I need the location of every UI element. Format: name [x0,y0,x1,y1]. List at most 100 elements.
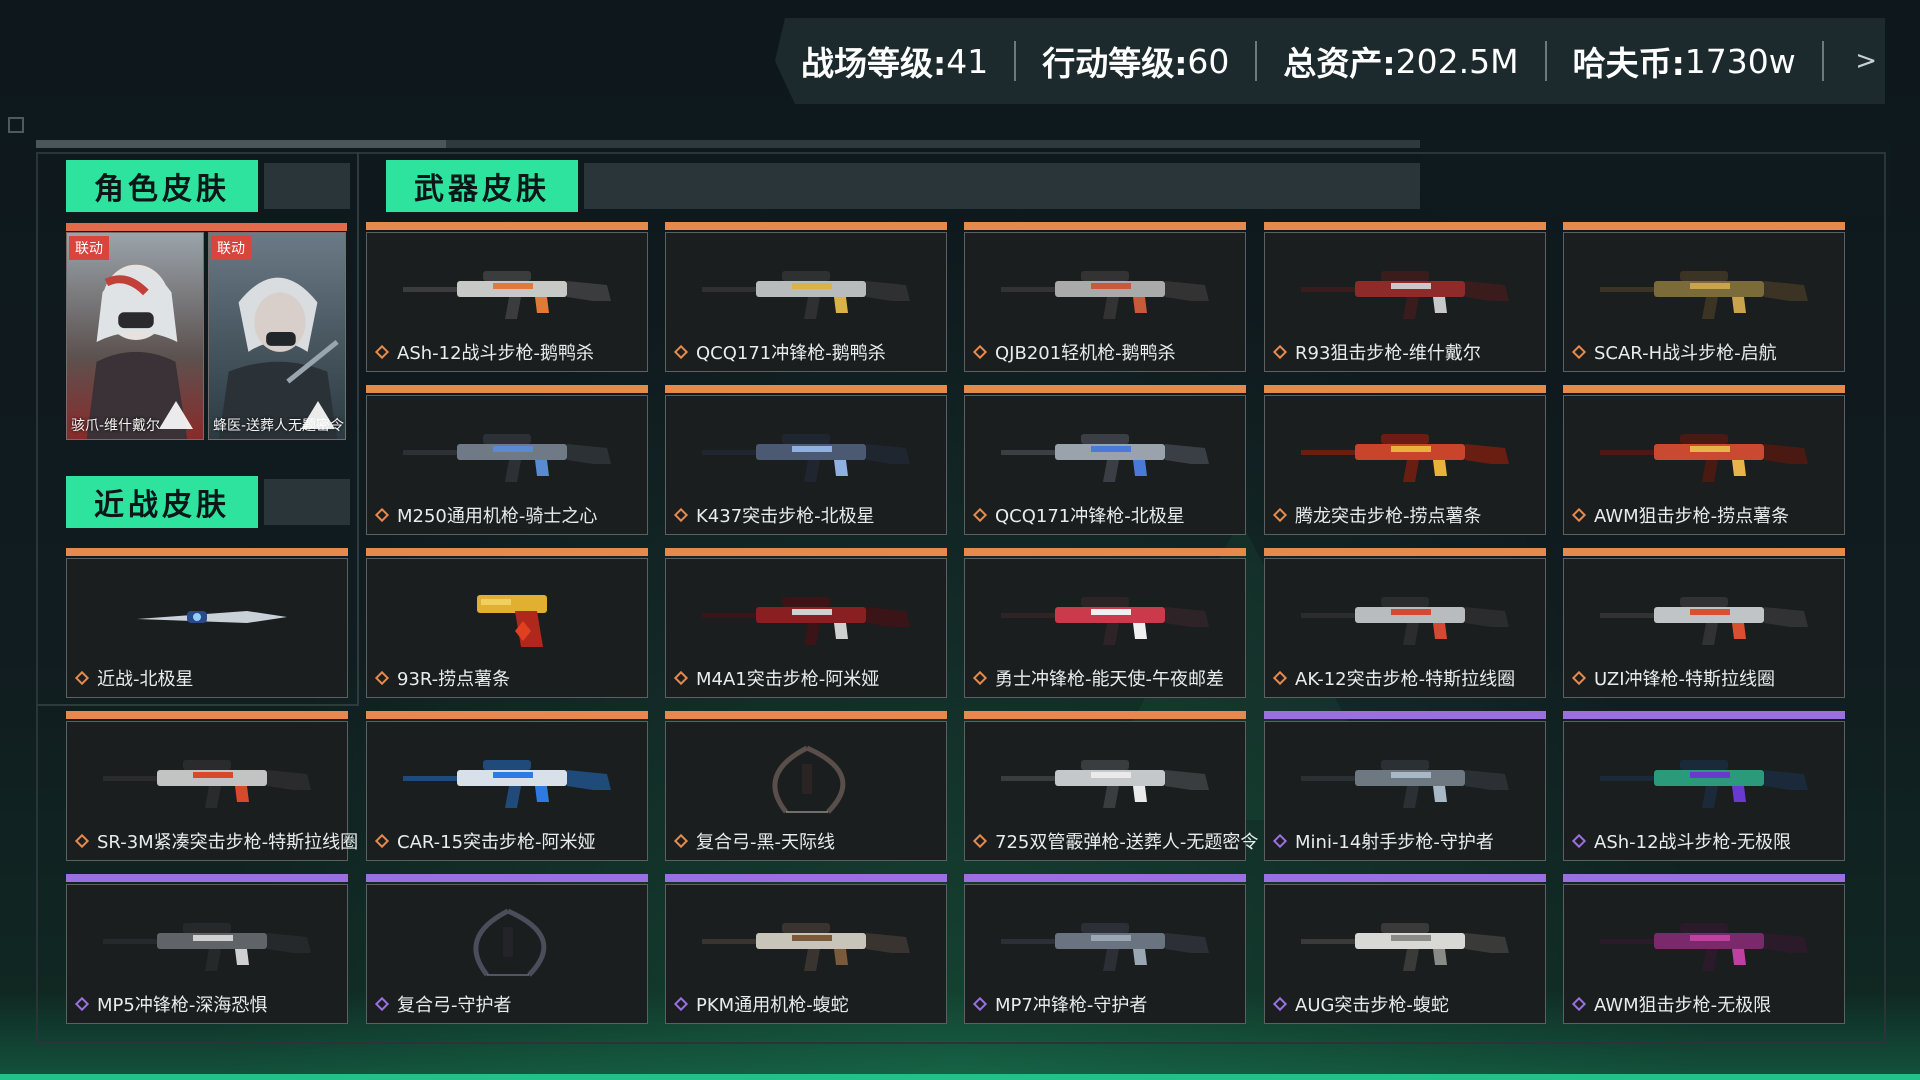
skin-name: AWM狙击步枪-无极限 [1594,995,1772,1016]
rarity-bar [366,222,648,230]
rarity-diamond-icon [374,507,390,523]
skin-card[interactable]: AWM狙击步枪-捞点薯条 [1563,385,1845,535]
skin-card[interactable]: MP7冲锋枪-守护者 [964,874,1246,1024]
rarity-bar [1563,385,1845,393]
card-body: UZI冲锋枪-特斯拉线圈 [1563,558,1845,698]
skin-card[interactable]: PKM通用机枪-蝮蛇 [665,874,947,1024]
rarity-diamond-icon [74,996,90,1012]
skin-name: 腾龙突击步枪-捞点薯条 [1295,506,1482,527]
skin-card[interactable]: 腾龙突击步枪-捞点薯条 [1264,385,1546,535]
bow-illustration [772,745,846,814]
stat-value: 41 [946,41,989,81]
section-melee-skins: 近战皮肤 [66,476,350,528]
skin-caption: AUG突击步枪-蝮蛇 [1271,991,1449,1017]
card-body: Mini-14射手步枪-守护者 [1264,721,1546,861]
weapon-illustration [1301,923,1509,971]
weapon-illustration [103,760,311,808]
skin-card[interactable]: 近战-北极星 [66,548,348,698]
rarity-diamond-icon [374,833,390,849]
weapon-illustration [1301,271,1509,319]
skin-caption: 93R-捞点薯条 [373,665,510,691]
row-divider [36,704,359,706]
stat-label: 战场等级: [801,44,947,83]
section-title-tail [264,163,350,209]
skin-caption: SR-3M紧凑突击步枪-特斯拉线圈 [73,828,358,854]
skin-card[interactable]: QCQ171冲锋枪-鹅鸭杀 [665,222,947,372]
skin-name: PKM通用机枪-蝮蛇 [696,995,849,1016]
skin-caption: AWM狙击步枪-无极限 [1570,991,1771,1017]
skin-card[interactable]: QCQ171冲锋枪-北极星 [964,385,1246,535]
skin-card[interactable]: AUG突击步枪-蝮蛇 [1264,874,1546,1024]
card-body: M250通用机枪-骑士之心 [366,395,648,535]
skin-card[interactable]: 93R-捞点薯条 [366,548,648,698]
skin-card[interactable]: MP5冲锋枪-深海恐惧 [66,874,348,1024]
card-body: MP7冲锋枪-守护者 [964,884,1246,1024]
rarity-diamond-icon [673,996,689,1012]
skin-name: 93R-捞点薯条 [397,669,511,690]
skin-card[interactable]: 725双管霰弹枪-送葬人-无题密令 [964,711,1258,861]
stat-total-assets: 总资产: 202.5M [1257,41,1547,83]
card-body: AWM狙击步枪-捞点薯条 [1563,395,1845,535]
skin-card[interactable]: K437突击步枪-北极星 [665,385,947,535]
rarity-diamond-icon [1571,833,1587,849]
character-rarity-bar [66,223,347,231]
skin-card[interactable]: SCAR-H战斗步枪-启航 [1563,222,1845,372]
weapon-illustration [1301,434,1509,482]
skin-name: ASh-12战斗步枪-鹅鸭杀 [397,343,595,364]
card-body: QCQ171冲锋枪-鹅鸭杀 [665,232,947,372]
skin-name: 近战-北极星 [97,669,194,690]
skin-name: 复合弓-守护者 [397,995,512,1016]
weapon-illustration [403,760,611,808]
skin-caption: 复合弓-守护者 [373,991,512,1017]
skin-caption: AK-12突击步枪-特斯拉线圈 [1271,665,1515,691]
weapon-illustration [1600,923,1808,971]
character-skin-card[interactable]: 联动 骇爪-维什戴尔 [66,232,204,440]
weapon-illustration [702,923,910,971]
skin-card[interactable]: CAR-15突击步枪-阿米娅 [366,711,648,861]
skin-name: UZI冲锋枪-特斯拉线圈 [1594,669,1775,690]
weapon-illustration [1001,271,1209,319]
skin-card[interactable]: UZI冲锋枪-特斯拉线圈 [1563,548,1845,698]
skin-card[interactable]: AK-12突击步枪-特斯拉线圈 [1264,548,1546,698]
rarity-bar [1563,711,1845,719]
skin-caption: QCQ171冲锋枪-鹅鸭杀 [672,339,886,365]
rarity-bar [1264,548,1546,556]
skin-name: ASh-12战斗步枪-无极限 [1594,832,1792,853]
rarity-bar [366,385,648,393]
card-body: CAR-15突击步枪-阿米娅 [366,721,648,861]
skin-card[interactable]: ASh-12战斗步枪-无极限 [1563,711,1845,861]
stat-value: 202.5M [1395,41,1519,81]
skin-card[interactable]: SR-3M紧凑突击步枪-特斯拉线圈 [66,711,358,861]
stat-battlefield-level: 战场等级: 41 [775,41,1017,83]
link-tag-badge: 联动 [69,236,109,260]
skin-card[interactable]: M4A1突击步枪-阿米娅 [665,548,947,698]
skin-card[interactable]: R93狙击步枪-维什戴尔 [1264,222,1546,372]
card-body: SCAR-H战斗步枪-启航 [1563,232,1845,372]
skin-caption: MP7冲锋枪-守护者 [971,991,1147,1017]
skin-card[interactable]: ASh-12战斗步枪-鹅鸭杀 [366,222,648,372]
weapon-illustration [103,923,311,971]
skin-card[interactable]: 复合弓-守护者 [366,874,648,1024]
weapon-illustration [702,597,910,645]
stat-label: 哈夫币: [1572,44,1685,83]
rarity-diamond-icon [1571,670,1587,686]
section-title-tail [264,479,350,525]
rarity-bar [964,385,1246,393]
card-body: 复合弓-黑-天际线 [665,721,947,861]
chevron-right-icon[interactable]: > [1855,46,1877,76]
skin-card[interactable]: 勇士冲锋枪-能天使-午夜邮差 [964,548,1246,698]
skin-card[interactable]: 复合弓-黑-天际线 [665,711,947,861]
rarity-diamond-icon [74,670,90,686]
character-skin-card[interactable]: 联动 蜂医-送葬人无题密令 [208,232,346,440]
skin-card[interactable]: Mini-14射手步枪-守护者 [1264,711,1546,861]
bottom-accent-line [0,1074,1920,1080]
rarity-diamond-icon [673,507,689,523]
rarity-diamond-icon [972,833,988,849]
skin-card[interactable]: M250通用机枪-骑士之心 [366,385,648,535]
skin-caption: QCQ171冲锋枪-北极星 [971,502,1185,528]
rarity-diamond-icon [972,344,988,360]
skin-card[interactable]: AWM狙击步枪-无极限 [1563,874,1845,1024]
skin-caption: QJB201轻机枪-鹅鸭杀 [971,339,1176,365]
skin-card[interactable]: QJB201轻机枪-鹅鸭杀 [964,222,1246,372]
rarity-diamond-icon [374,670,390,686]
